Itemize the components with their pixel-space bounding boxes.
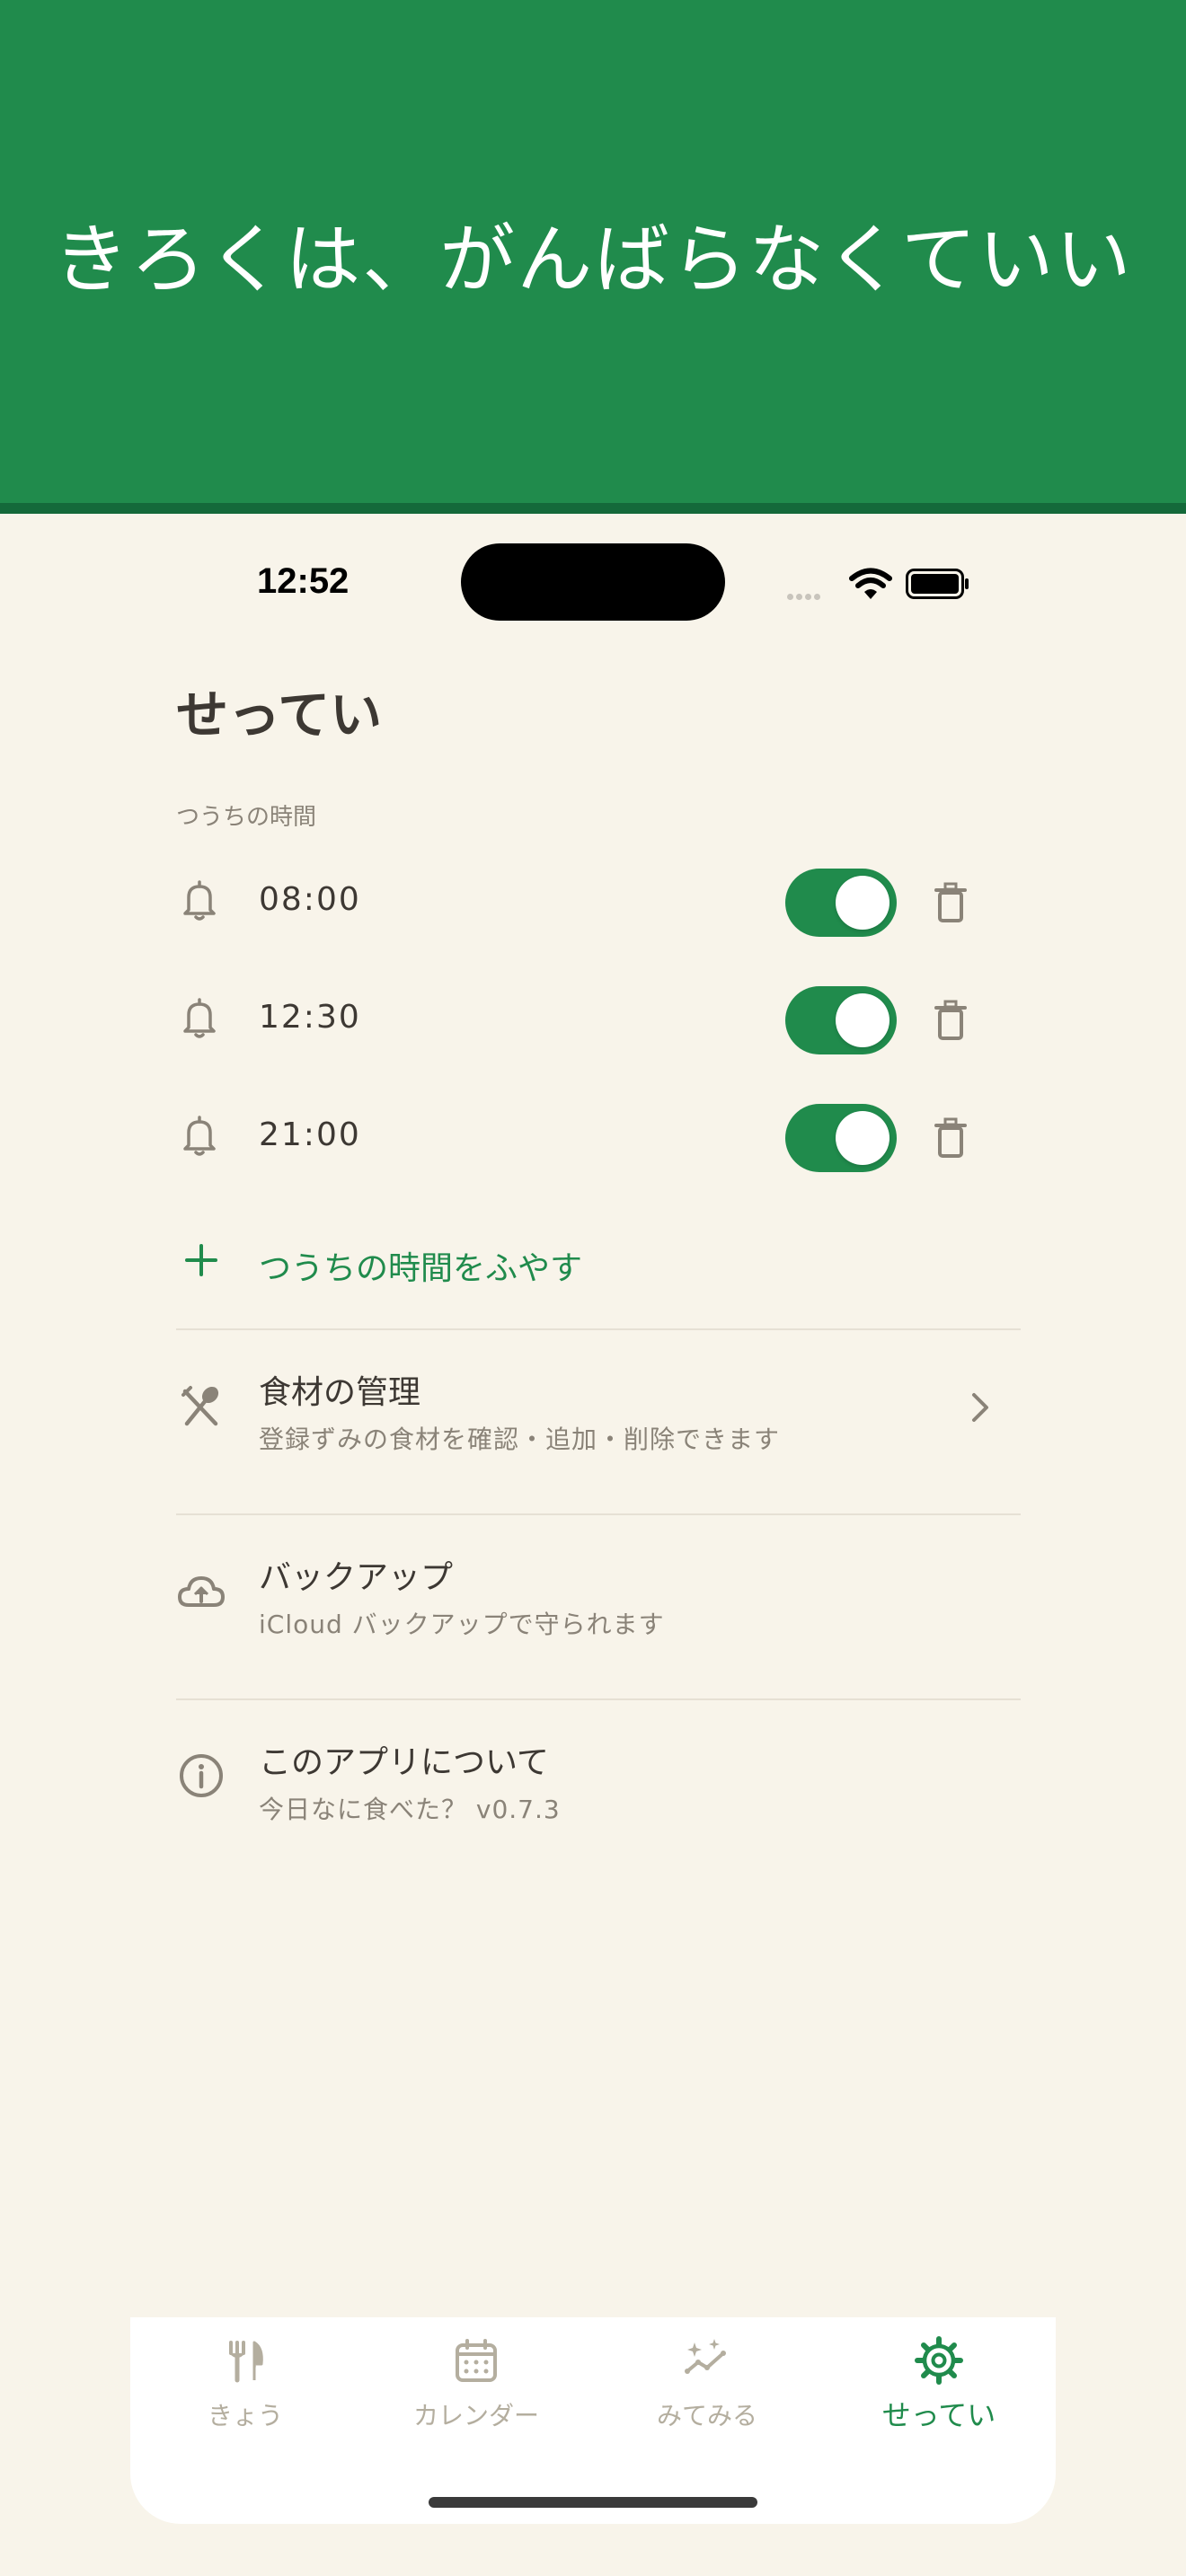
banner-text: きろくは、がんばらなくていい (53, 216, 1133, 304)
toggle-knob (836, 876, 890, 930)
tab-insights-label: みてみる (656, 2401, 757, 2430)
tab-calendar[interactable]: カレンダー (368, 2335, 584, 2461)
backup-title: バックアップ (259, 1559, 454, 1596)
tab-settings-label: せってい (881, 2398, 996, 2432)
ingredients-subtitle: 登録ずみの食材を確認・追加・削除できます (259, 1425, 781, 1454)
about-subtitle: 今日なに食べた？ v0.7.3 (259, 1795, 561, 1824)
notification-row: 08:00 (176, 851, 1021, 949)
home-indicator (429, 2497, 757, 2508)
ingredients-menu-item[interactable]: 食材の管理 登録ずみの食材を確認・追加・削除できます (176, 1330, 1021, 1510)
about-menu-item[interactable]: このアプリについて 今日なに食べた？ v0.7.3 (176, 1700, 1021, 1880)
notification-row: 21:00 (176, 1086, 1021, 1185)
chart-sparkle-icon (685, 2339, 726, 2374)
notification-toggle[interactable] (785, 1104, 897, 1172)
bell-icon (183, 880, 216, 921)
trash-icon[interactable] (933, 999, 969, 1042)
phone-screen: 12:52 せってい つうちの時間 08:00 12:30 21:00 つうちの… (176, 515, 1021, 2576)
add-notification-label: つうちの時間をふやす (259, 1250, 583, 1287)
notification-time: 08:00 (259, 881, 361, 918)
tab-insights[interactable]: みてみる (599, 2335, 815, 2461)
page-title: せってい (176, 684, 383, 745)
toggle-knob (836, 1111, 890, 1165)
status-time: 12:52 (257, 561, 350, 601)
fork-knife-icon (229, 2341, 263, 2383)
gear-icon (915, 2336, 963, 2385)
status-bar: 12:52 (176, 515, 1010, 658)
dynamic-island (461, 543, 725, 621)
plus-icon (185, 1244, 217, 1276)
backup-menu-item[interactable]: バックアップ iCloud バックアップで守られます (176, 1515, 1021, 1695)
battery-icon (906, 569, 969, 599)
bell-icon (183, 1116, 216, 1156)
add-notification-button[interactable]: つうちの時間をふやす (176, 1215, 1021, 1305)
calendar-icon (456, 2339, 497, 2382)
cloud-upload-icon (178, 1576, 225, 1607)
chevron-right-icon (972, 1393, 988, 1422)
trash-icon[interactable] (933, 1116, 969, 1160)
notification-row: 12:30 (176, 968, 1021, 1067)
about-title: このアプリについて (259, 1744, 549, 1781)
tab-settings[interactable]: せってい (831, 2335, 1047, 2461)
tab-calendar-label: カレンダー (412, 2401, 539, 2430)
notification-time: 12:30 (259, 999, 361, 1036)
backup-subtitle: iCloud バックアップで守られます (259, 1610, 665, 1639)
promo-banner: きろくは、がんばらなくていい (0, 0, 1186, 514)
tab-bar: きょう カレンダー みてみる せってい (130, 2317, 1056, 2524)
tab-today[interactable]: きょう (137, 2335, 353, 2461)
tab-today-label: きょう (207, 2401, 283, 2430)
notification-toggle[interactable] (785, 869, 897, 937)
notification-toggle[interactable] (785, 986, 897, 1054)
notification-section-label: つうちの時間 (176, 804, 317, 831)
cellular-signal-icon (787, 587, 823, 604)
notification-time: 21:00 (259, 1116, 361, 1153)
wifi-icon (849, 568, 892, 599)
ingredients-title: 食材の管理 (259, 1374, 421, 1411)
bell-icon (183, 998, 216, 1038)
fork-spoon-icon (181, 1386, 219, 1426)
toggle-knob (836, 993, 890, 1047)
trash-icon[interactable] (933, 881, 969, 924)
info-icon (180, 1754, 223, 1797)
